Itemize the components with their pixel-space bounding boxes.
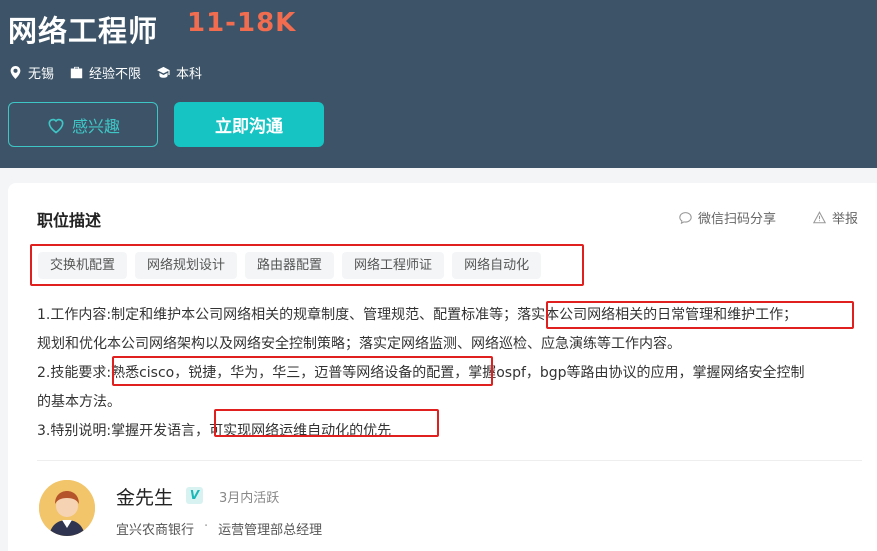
- job-title: 网络工程师: [8, 14, 159, 48]
- job-description-card: 职位描述 微信扫码分享 举报 交换机配置 网络规划设计 路由器配置 网络工程师证…: [8, 183, 877, 551]
- recruiter-name: 金先生: [116, 487, 174, 509]
- description-line: 3.特别说明:掌握开发语言，可实现网络运维自动化的优先: [37, 423, 392, 439]
- experience-meta: 经验不限: [70, 63, 141, 82]
- education-meta: 本科: [157, 63, 202, 82]
- report-label: 举报: [832, 212, 859, 227]
- skill-tag: 交换机配置: [38, 252, 128, 279]
- wechat-share-link[interactable]: 微信扫码分享: [679, 208, 776, 227]
- education-text: 本科: [176, 67, 203, 82]
- skill-tag: 网络工程师证: [342, 252, 445, 279]
- description-line: 规划和优化本公司网络架构以及网络安全控制策略；落实定网络监测、网络巡检、应急演练…: [37, 336, 681, 352]
- chat-bubble-icon: [679, 212, 692, 224]
- skill-tags: 交换机配置 网络规划设计 路由器配置 网络工程师证 网络自动化: [38, 252, 549, 279]
- experience-text: 经验不限: [89, 67, 142, 82]
- share-label: 微信扫码分享: [698, 212, 777, 227]
- location-text: 无锡: [28, 67, 55, 82]
- skill-tag: 路由器配置: [245, 252, 335, 279]
- skill-tag: 网络规划设计: [135, 252, 238, 279]
- active-status: 3月内活跃: [219, 491, 280, 506]
- job-header: 网络工程师 11-18K 无锡 经验不限 本科 感兴趣 立即沟通: [0, 0, 877, 168]
- divider: [37, 460, 862, 461]
- highlight-box-duties: [546, 301, 854, 329]
- company-name: 宜兴农商银行: [116, 523, 195, 538]
- recruiter-avatar[interactable]: [39, 480, 95, 536]
- job-meta: 无锡 经验不限 本科: [9, 63, 218, 82]
- briefcase-icon: [70, 66, 83, 79]
- location-pin-icon: [10, 66, 21, 79]
- heart-icon: [48, 118, 64, 133]
- chat-now-button[interactable]: 立即沟通: [174, 102, 324, 147]
- location-meta: 无锡: [9, 63, 54, 82]
- verified-badge-icon: V: [186, 487, 203, 504]
- warning-icon: [813, 211, 826, 224]
- recruiter-position: 运营管理部总经理: [218, 523, 323, 538]
- report-link[interactable]: 举报: [813, 208, 858, 227]
- description-line: 的基本方法。: [37, 394, 121, 410]
- interest-button[interactable]: 感兴趣: [8, 102, 158, 147]
- salary: 11-18K: [187, 8, 297, 38]
- skill-tag: 网络自动化: [452, 252, 542, 279]
- highlight-box-skills: [112, 356, 493, 386]
- separator-dot: ·: [204, 519, 209, 534]
- section-title: 职位描述: [37, 211, 102, 230]
- highlight-box-note: [214, 409, 439, 437]
- recruiter-company-line: 宜兴农商银行 · 运营管理部总经理: [116, 519, 322, 538]
- interest-label: 感兴趣: [71, 116, 120, 136]
- graduation-cap-icon: [157, 66, 170, 78]
- avatar-icon: [39, 480, 95, 536]
